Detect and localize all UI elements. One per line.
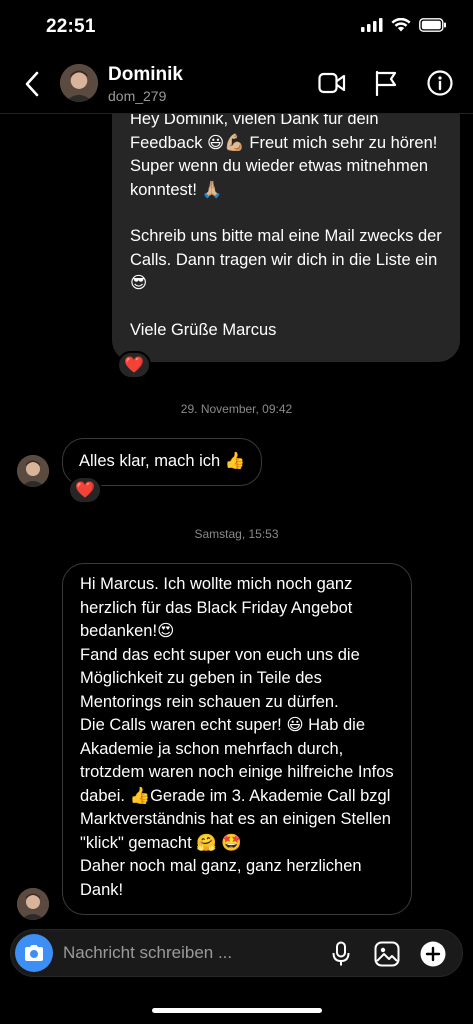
back-chevron-icon [25, 71, 39, 97]
header-avatar[interactable] [60, 64, 98, 102]
report-button[interactable] [371, 68, 401, 98]
message-paragraph: Schreib uns bitte mal eine Mail zwecks d… [130, 227, 442, 292]
battery-icon [419, 18, 446, 32]
message-paragraph: Hey Dominik, vielen Dank für dein Feedba… [130, 110, 438, 199]
contact-avatar[interactable] [17, 888, 49, 920]
message-paragraph: Viele Grüße Marcus [130, 320, 277, 339]
flag-icon [375, 70, 397, 96]
message-timestamp: 29. November, 09:42 [180, 402, 293, 416]
wifi-icon [391, 18, 411, 32]
camera-button[interactable] [15, 934, 53, 972]
avatar-face-icon [17, 888, 49, 920]
message-timestamp: Samstag, 15:53 [194, 527, 279, 541]
heart-reaction[interactable]: ❤️ [117, 351, 151, 379]
avatar-face-icon [17, 455, 49, 487]
plus-icon [420, 941, 446, 967]
contact-name[interactable]: Dominik [108, 64, 183, 86]
info-button[interactable] [425, 68, 455, 98]
contact-username[interactable]: dom_279 [108, 88, 166, 104]
video-camera-icon [318, 72, 346, 94]
message-text: Alles klar, mach ich 👍 [79, 452, 246, 470]
camera-icon [25, 945, 43, 961]
signal-icon [361, 18, 383, 32]
composer-actions [326, 939, 448, 969]
status-icons [361, 18, 447, 32]
incoming-message-bubble[interactable]: Hi Marcus. Ich wollte mich noch ganz her… [62, 563, 412, 915]
more-options-button[interactable] [418, 939, 448, 969]
home-indicator [152, 1008, 322, 1013]
heart-reaction-emoji: ❤️ [124, 357, 144, 374]
heart-reaction[interactable]: ❤️ [68, 476, 102, 504]
status-time: 22:51 [46, 16, 96, 37]
chat-header: Dominik dom_279 [0, 54, 473, 114]
info-icon [427, 70, 453, 96]
message-composer: Nachricht schreiben ... [10, 929, 463, 977]
voice-message-button[interactable] [326, 939, 356, 969]
avatar-face-icon [60, 64, 98, 102]
outgoing-message-bubble[interactable]: Hey Dominik, vielen Dank für dein Feedba… [112, 100, 460, 362]
microphone-icon [332, 941, 350, 966]
video-call-button[interactable] [317, 68, 347, 98]
back-button[interactable] [18, 68, 46, 100]
status-bar: 22:51 [0, 0, 473, 54]
contact-avatar[interactable] [17, 455, 49, 487]
heart-reaction-emoji: ❤️ [75, 482, 95, 499]
gallery-icon [374, 941, 400, 967]
message-text: Hi Marcus. Ich wollte mich noch ganz her… [80, 575, 394, 899]
gallery-button[interactable] [372, 939, 402, 969]
header-actions [317, 68, 455, 98]
message-input[interactable]: Nachricht schreiben ... [63, 943, 232, 963]
